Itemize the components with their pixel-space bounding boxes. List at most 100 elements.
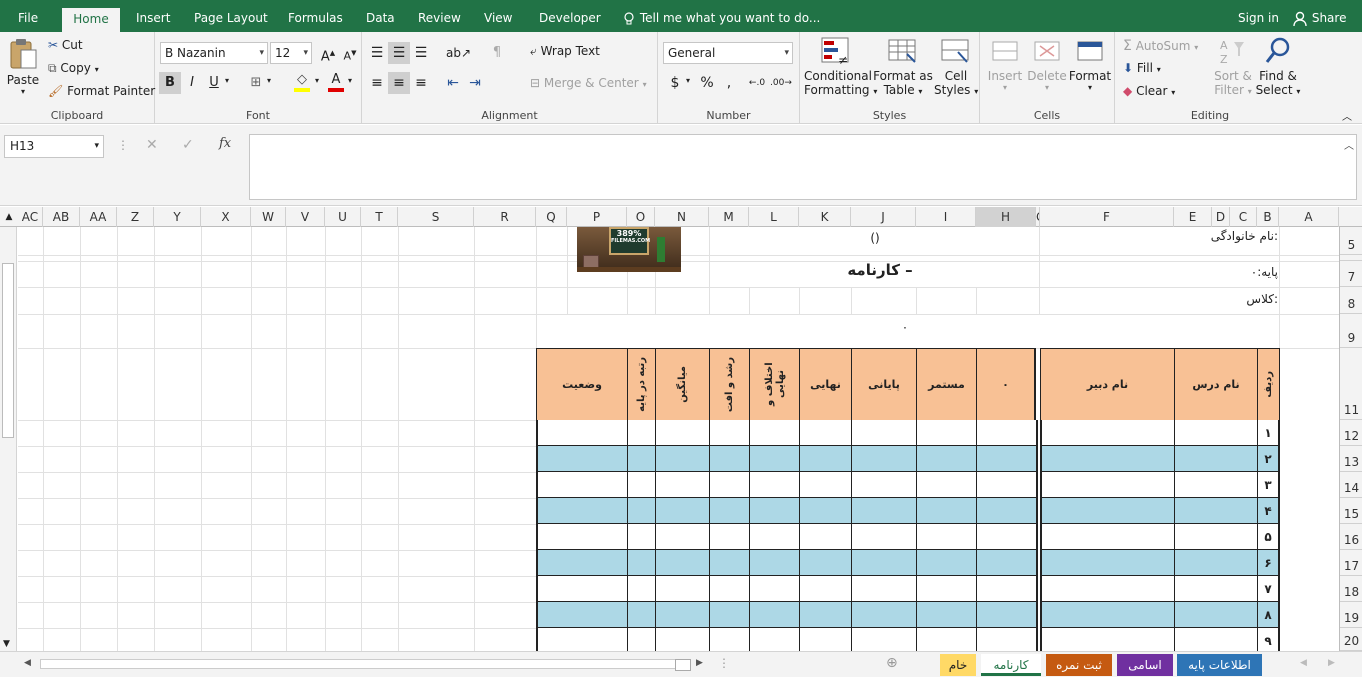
grade-cell[interactable] (536, 420, 627, 446)
comma-button[interactable]: , (718, 72, 740, 94)
sheet-tab-base-info[interactable]: اطلاعات پایه (1177, 654, 1262, 676)
grade-cell[interactable] (655, 524, 709, 550)
decrease-decimal-icon[interactable]: .00→ (770, 72, 792, 94)
vertical-scrollbar[interactable]: ▼ (0, 227, 17, 651)
grade-cell[interactable] (976, 524, 1036, 550)
grade-cell[interactable] (916, 498, 976, 524)
tab-developer[interactable]: Developer (533, 0, 607, 32)
grade-cell[interactable] (799, 498, 851, 524)
column-header[interactable]: N (655, 207, 709, 227)
grade-cell[interactable] (536, 628, 627, 651)
sheet-tab-names[interactable]: اسامی (1117, 654, 1173, 676)
grade-cell[interactable] (627, 576, 655, 602)
grade-cell[interactable] (976, 472, 1036, 498)
sheet-tab-grades-entry[interactable]: ثبت نمره (1046, 654, 1112, 676)
row-number-cell[interactable]: ۳ (1257, 472, 1280, 498)
grade-cell[interactable] (916, 576, 976, 602)
grade-cell[interactable] (536, 550, 627, 576)
grade-cell[interactable] (916, 420, 976, 446)
row-header[interactable]: 14 (1340, 472, 1362, 498)
grade-cell[interactable] (709, 420, 749, 446)
grade-cell[interactable] (1040, 498, 1174, 524)
row-header[interactable]: 11 (1340, 348, 1362, 420)
sort-filter-button[interactable]: AZ Sort & Filter ▾ (1213, 36, 1253, 97)
tab-review[interactable]: Review (412, 0, 467, 32)
rtl-icon[interactable]: ¶ (486, 42, 508, 64)
formula-input[interactable] (249, 134, 1357, 200)
add-sheet-icon[interactable]: ⊕ (886, 655, 898, 671)
grade-cell[interactable] (1040, 420, 1174, 446)
grade-cell[interactable] (851, 524, 916, 550)
grade-cell[interactable] (709, 628, 749, 651)
column-header[interactable]: T (361, 207, 398, 227)
grade-cell[interactable] (916, 602, 976, 628)
grade-cell[interactable] (749, 420, 799, 446)
grade-cell[interactable] (536, 602, 627, 628)
grade-cell[interactable] (916, 472, 976, 498)
row-number-cell[interactable]: ۹ (1257, 628, 1280, 651)
grade-cell[interactable] (799, 524, 851, 550)
grade-cell[interactable] (536, 524, 627, 550)
grade-cell[interactable] (749, 524, 799, 550)
format-painter-button[interactable]: 🖌 Format Painter (48, 84, 155, 98)
decrease-font-icon[interactable]: A▼ (339, 42, 361, 64)
column-header[interactable]: P (567, 207, 627, 227)
column-header[interactable]: Y (154, 207, 201, 227)
conditional-formatting-button[interactable]: ≠ Conditional Formatting ▾ (804, 36, 877, 97)
increase-indent-icon[interactable]: ⇥ (464, 72, 486, 94)
column-header[interactable]: D (1212, 207, 1230, 227)
cut-button[interactable]: ✂ Cut (48, 38, 83, 52)
grade-cell[interactable] (799, 576, 851, 602)
grade-cell[interactable] (799, 550, 851, 576)
font-size-select[interactable]: 12 ▾ (270, 42, 312, 64)
next-sheet-icon[interactable]: ▶ (1328, 658, 1335, 668)
grade-cell[interactable] (851, 550, 916, 576)
column-header[interactable]: S (398, 207, 474, 227)
find-select-button[interactable]: Find & Select ▾ (1255, 36, 1301, 97)
align-middle-icon[interactable]: ☰ (388, 42, 410, 64)
grade-cell[interactable] (1174, 472, 1257, 498)
grade-cell[interactable] (627, 472, 655, 498)
tell-me-box[interactable]: Tell me what you want to do... (616, 0, 826, 32)
paste-button[interactable]: Paste ▾ (6, 38, 40, 96)
tab-formulas[interactable]: Formulas (282, 0, 349, 32)
grade-cell[interactable] (1040, 550, 1174, 576)
row-number-cell[interactable]: ۸ (1257, 602, 1280, 628)
grade-cell[interactable] (709, 550, 749, 576)
grade-cell[interactable] (1174, 420, 1257, 446)
row-number-cell[interactable]: ۱ (1257, 420, 1280, 446)
sign-in-link[interactable]: Sign in (1232, 0, 1285, 32)
align-top-icon[interactable]: ☰ (366, 42, 388, 64)
grade-cell[interactable] (709, 446, 749, 472)
column-header[interactable]: L (749, 207, 799, 227)
grade-cell[interactable] (709, 576, 749, 602)
grade-cell[interactable] (655, 576, 709, 602)
grade-cell[interactable] (799, 446, 851, 472)
scroll-left-icon[interactable]: ◀ (24, 658, 31, 668)
grade-cell[interactable] (1174, 446, 1257, 472)
cell-styles-button[interactable]: Cell Styles ▾ (934, 36, 978, 97)
grade-cell[interactable] (655, 446, 709, 472)
tab-data[interactable]: Data (360, 0, 401, 32)
column-header[interactable]: AA (80, 207, 117, 227)
column-header[interactable]: I (916, 207, 976, 227)
row-header[interactable]: 17 (1340, 550, 1362, 576)
insert-cells-button[interactable]: Insert ▾ (984, 36, 1026, 92)
format-as-table-button[interactable]: Format as Table ▾ (872, 36, 934, 97)
column-header[interactable]: K (799, 207, 851, 227)
grade-cell[interactable] (976, 576, 1036, 602)
grade-cell[interactable] (1174, 550, 1257, 576)
scrollbar-thumb[interactable] (2, 263, 14, 438)
sheet-tab-report-card[interactable]: کارنامه (981, 654, 1041, 676)
column-header[interactable]: C (1230, 207, 1257, 227)
horizontal-scrollbar[interactable] (40, 659, 691, 671)
column-header[interactable]: AB (43, 207, 80, 227)
grade-cell[interactable] (1174, 602, 1257, 628)
grade-cell[interactable] (916, 550, 976, 576)
align-center-icon[interactable]: ≡ (388, 72, 410, 94)
grade-cell[interactable] (655, 602, 709, 628)
grade-cell[interactable] (976, 446, 1036, 472)
scroll-up-icon[interactable]: ▲ (0, 207, 18, 227)
grade-cell[interactable] (1040, 472, 1174, 498)
row-number-cell[interactable]: ۴ (1257, 498, 1280, 524)
